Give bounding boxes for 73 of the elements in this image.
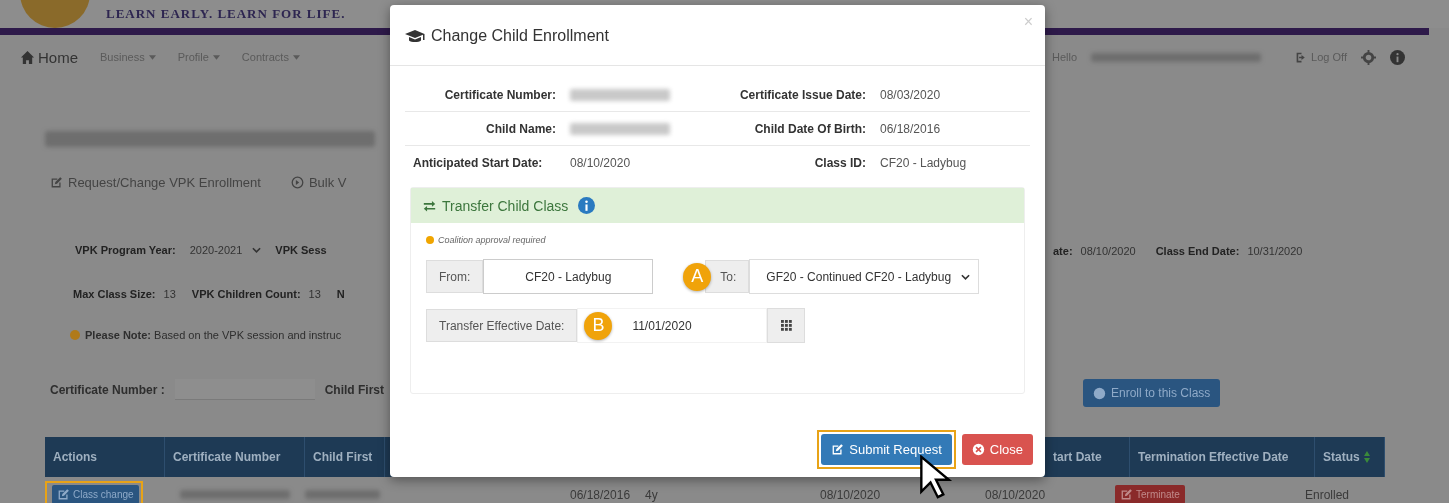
home-icon bbox=[20, 49, 35, 65]
field-label: Class ID: bbox=[813, 154, 867, 172]
caret-icon bbox=[292, 54, 300, 60]
modal-title: Change Child Enrollment bbox=[431, 27, 609, 45]
settings-icon[interactable] bbox=[1361, 49, 1376, 65]
table-cell: Enrolled bbox=[1305, 487, 1350, 502]
field-label: Child Date Of Birth: bbox=[710, 112, 880, 146]
class-change-button[interactable]: Class change bbox=[52, 485, 139, 503]
chevron-icon bbox=[961, 273, 971, 280]
graduation-cap-icon bbox=[405, 28, 425, 44]
edit-icon bbox=[1120, 488, 1133, 501]
calendar-icon bbox=[780, 320, 792, 331]
table-cell-text: 08/10/2020 bbox=[985, 487, 1047, 502]
info-icon[interactable] bbox=[1390, 49, 1405, 65]
chevron-icon bbox=[252, 247, 262, 253]
field-label: VPK Program Year: bbox=[75, 244, 176, 256]
field-value: 13 bbox=[308, 288, 321, 300]
year-select[interactable]: 2020-2021 bbox=[189, 244, 262, 256]
tagline: LEARN EARLY. LEARN FOR LIFE. bbox=[106, 6, 346, 22]
from-label: From: bbox=[426, 260, 484, 293]
transfer-arrows-icon bbox=[423, 199, 436, 212]
edit-icon bbox=[831, 443, 845, 456]
column-header: Actions bbox=[45, 437, 165, 477]
sort-icon[interactable] bbox=[1363, 451, 1370, 463]
table-cell-text: 4y bbox=[645, 487, 659, 502]
edit-icon bbox=[50, 176, 63, 189]
field-label: Child First bbox=[324, 382, 385, 397]
terminate-button[interactable]: Terminate bbox=[1115, 485, 1185, 503]
caret-icon bbox=[212, 54, 220, 60]
field-value: CF20 - Ladybug bbox=[880, 155, 967, 170]
field-label: Anticipated Start Date: bbox=[412, 154, 544, 172]
field-label: Certificate Issue Date: bbox=[710, 78, 880, 112]
table-cell-text: 08/10/2020 bbox=[820, 487, 882, 502]
edit-icon bbox=[57, 488, 70, 501]
enroll-button[interactable]: Enroll to this Class bbox=[1083, 379, 1221, 407]
field-label: Max Class Size: bbox=[73, 288, 156, 300]
marker-badge: B bbox=[584, 311, 613, 340]
page-link[interactable]: Bulk V bbox=[290, 175, 347, 190]
field-label: Certificate Number : bbox=[50, 382, 165, 397]
field-label: Certificate Number: bbox=[405, 78, 570, 112]
column-header: Status bbox=[1315, 437, 1385, 477]
column-header: Child First bbox=[305, 437, 385, 477]
panel-title: Transfer Child Class bbox=[442, 197, 569, 214]
marker-badge: A bbox=[683, 262, 712, 291]
page-link[interactable]: Request/Change VPK Enrollment bbox=[50, 175, 261, 190]
approval-note: Coalition approval required bbox=[438, 235, 546, 245]
date-value: 11/01/2020 bbox=[632, 318, 692, 333]
field-label: Child Name: bbox=[405, 112, 570, 146]
column-header: Certificate Number bbox=[165, 437, 305, 477]
close-circle-icon bbox=[971, 443, 985, 456]
field-label: VPK Children Count: bbox=[191, 288, 301, 300]
field-label: N bbox=[336, 288, 345, 300]
from-field: CF20 - Ladybug bbox=[483, 259, 654, 294]
column-header: Termination Effective Date bbox=[1130, 437, 1315, 477]
close-button[interactable]: Close bbox=[961, 434, 1033, 465]
field-value: 06/18/2016 bbox=[880, 121, 941, 136]
warning-icon bbox=[70, 330, 80, 340]
info-icon[interactable] bbox=[578, 197, 596, 214]
caret-icon bbox=[148, 54, 156, 60]
date-field[interactable]: B 11/01/2020 bbox=[577, 308, 768, 343]
field-label: VPK Sess bbox=[275, 244, 327, 256]
warning-icon bbox=[426, 236, 434, 244]
date-label: Transfer Effective Date: bbox=[426, 309, 578, 342]
submit-button[interactable]: Submit Request bbox=[821, 434, 952, 465]
note-text: Please Note: Based on the VPK session and instruc bbox=[85, 329, 342, 341]
calendar-button[interactable] bbox=[767, 308, 806, 343]
table-cell-text: 06/18/2016 bbox=[570, 487, 632, 502]
field-value: 08/03/2020 bbox=[880, 87, 941, 102]
field-value: 08/10/2020 bbox=[570, 155, 631, 170]
home-link[interactable]: Home bbox=[20, 48, 78, 66]
field-label: ate: bbox=[1053, 245, 1073, 257]
to-select[interactable]: GF20 - Continued CF20 - Ladybug bbox=[749, 259, 980, 294]
field-label: Class End Date: bbox=[1155, 245, 1240, 257]
